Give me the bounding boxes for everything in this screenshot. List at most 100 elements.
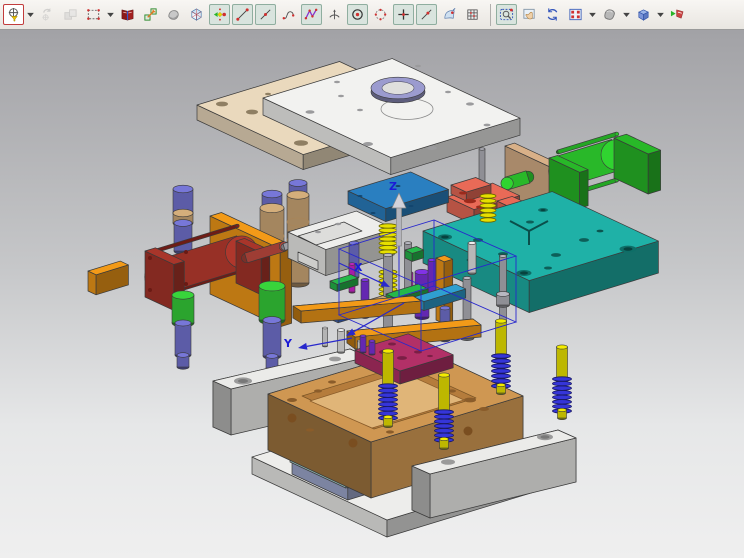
- part-hole[interactable]: [328, 380, 336, 384]
- point-on-curve-snap-toggle[interactable]: [278, 4, 299, 25]
- part-hole[interactable]: [386, 430, 394, 434]
- part-cyl[interactable]: [174, 319, 192, 359]
- shaded-object-button[interactable]: [163, 4, 184, 25]
- part-mark[interactable]: [397, 356, 407, 360]
- part-hole[interactable]: [314, 389, 322, 393]
- shaded-view-dropdown[interactable]: [622, 4, 631, 25]
- stop-block[interactable]: [87, 260, 129, 296]
- quadrant-snap-toggle[interactable]: [370, 4, 391, 25]
- section-view-button[interactable]: [667, 4, 688, 25]
- part-hole[interactable]: [238, 379, 248, 383]
- part-mark[interactable]: [427, 354, 433, 358]
- part-cyl[interactable]: [439, 436, 449, 451]
- part-mark[interactable]: [544, 266, 552, 270]
- part-hole[interactable]: [408, 205, 414, 207]
- part-hole[interactable]: [370, 212, 376, 214]
- pan-button[interactable]: [519, 4, 540, 25]
- part-cyl[interactable]: [499, 254, 507, 324]
- part-hole[interactable]: [329, 356, 341, 362]
- grid-snap-toggle[interactable]: [462, 4, 483, 25]
- existing-point-snap-toggle[interactable]: [393, 4, 414, 25]
- part-circ[interactable]: [463, 426, 473, 436]
- rectangle-select-dropdown[interactable]: [106, 4, 115, 25]
- part-hole[interactable]: [357, 108, 363, 112]
- part-mark[interactable]: [551, 253, 561, 257]
- rotate-view-button[interactable]: [542, 4, 563, 25]
- part-circ[interactable]: [184, 250, 188, 254]
- part-hole[interactable]: [479, 407, 489, 411]
- zoom-box-button[interactable]: [496, 4, 517, 25]
- part-hole[interactable]: [363, 142, 373, 146]
- fit-view-button[interactable]: [565, 4, 586, 25]
- exploded-mold-assembly[interactable]: X Y Z: [0, 30, 744, 558]
- part-hole[interactable]: [540, 208, 546, 212]
- part-hole[interactable]: [596, 229, 604, 233]
- coil-spring[interactable]: [378, 223, 398, 255]
- part-hole[interactable]: [305, 110, 315, 114]
- part-mark[interactable]: [459, 191, 467, 195]
- pole-snap-toggle[interactable]: [301, 4, 322, 25]
- part-hole[interactable]: [315, 230, 321, 234]
- part-cyl[interactable]: [322, 326, 328, 348]
- part-circ[interactable]: [184, 282, 188, 286]
- part-mark[interactable]: [579, 238, 589, 242]
- selection-filter-button[interactable]: [3, 4, 24, 25]
- part-circ[interactable]: [148, 256, 152, 260]
- part-mark[interactable]: [526, 220, 534, 224]
- part-hole[interactable]: [441, 235, 449, 239]
- part-circ[interactable]: [348, 438, 358, 448]
- arc-center-snap-toggle[interactable]: [324, 4, 345, 25]
- part-hole[interactable]: [464, 397, 476, 403]
- part-cyl[interactable]: [383, 414, 393, 429]
- part-hole[interactable]: [540, 435, 550, 439]
- part-cyl[interactable]: [359, 334, 367, 354]
- part-hole[interactable]: [338, 94, 344, 98]
- part-hole[interactable]: [335, 222, 341, 226]
- part-cyl[interactable]: [557, 407, 567, 421]
- graphics-viewport[interactable]: X Y Z: [0, 30, 744, 558]
- rectangle-select-button[interactable]: [83, 4, 104, 25]
- part-hole[interactable]: [216, 101, 228, 107]
- part-hole[interactable]: [427, 146, 437, 150]
- window-layout-button[interactable]: [117, 4, 138, 25]
- part-cyl[interactable]: [496, 382, 506, 396]
- isometric-view-button[interactable]: [633, 4, 654, 25]
- shaded-view-button[interactable]: [599, 4, 620, 25]
- part-mark[interactable]: [388, 342, 396, 346]
- part-mark[interactable]: [464, 198, 476, 204]
- part-hole[interactable]: [623, 247, 633, 251]
- part-hole[interactable]: [246, 109, 258, 115]
- bounded-cube-button[interactable]: [186, 4, 207, 25]
- part-hole[interactable]: [466, 102, 474, 106]
- part-hole[interactable]: [357, 195, 363, 197]
- selection-filter-dropdown[interactable]: [26, 4, 35, 25]
- part-hole[interactable]: [287, 398, 297, 402]
- part-hole[interactable]: [520, 271, 528, 275]
- part-cyl[interactable]: [173, 219, 193, 255]
- return-spring[interactable]: [552, 376, 572, 414]
- part-hole[interactable]: [265, 92, 271, 96]
- fit-view-dropdown[interactable]: [588, 4, 597, 25]
- z-axis-arrow[interactable]: [396, 205, 402, 247]
- snap-point-toggle[interactable]: [209, 4, 230, 25]
- part-hole[interactable]: [445, 90, 451, 94]
- part-cyl[interactable]: [176, 352, 190, 370]
- part-cyl[interactable]: [262, 316, 282, 360]
- locating-ring[interactable]: [370, 76, 426, 104]
- point-on-line-snap-toggle[interactable]: [416, 4, 437, 25]
- part-circ[interactable]: [148, 288, 152, 292]
- isometric-view-dropdown[interactable]: [656, 4, 665, 25]
- part-cyl[interactable]: [368, 339, 376, 356]
- endpoint-snap-toggle[interactable]: [232, 4, 253, 25]
- part-hole[interactable]: [441, 459, 455, 465]
- part-hole[interactable]: [334, 80, 340, 84]
- point-on-face-snap-toggle[interactable]: [439, 4, 460, 25]
- part-circ[interactable]: [287, 413, 297, 423]
- midpoint-snap-toggle[interactable]: [255, 4, 276, 25]
- part-cyl[interactable]: [496, 291, 510, 308]
- circle-center-snap-toggle[interactable]: [347, 4, 368, 25]
- part-hole[interactable]: [294, 140, 308, 146]
- part-box[interactable]: [613, 133, 661, 195]
- show-hide-button[interactable]: [140, 4, 161, 25]
- part-hole[interactable]: [415, 64, 421, 68]
